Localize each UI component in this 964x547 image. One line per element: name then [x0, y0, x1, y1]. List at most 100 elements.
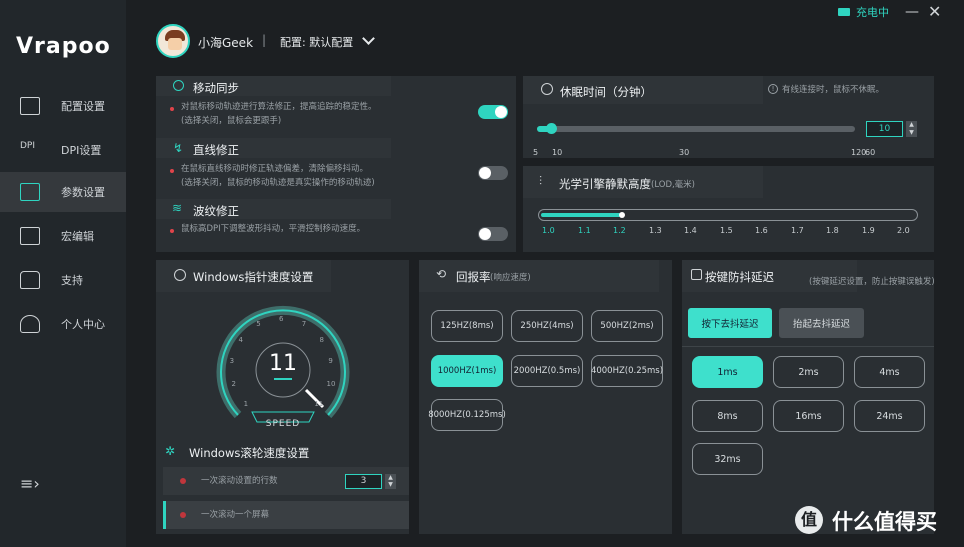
lod-tick: 1.7 [791, 226, 804, 235]
angle-snap-toggle[interactable] [478, 166, 508, 180]
selection-indicator [163, 501, 166, 529]
sleep-tick: 30 [679, 148, 690, 157]
sidebar-item-params[interactable]: 参数设置 [0, 172, 126, 212]
clock-icon [541, 83, 553, 95]
ripple-toggle[interactable] [478, 227, 508, 241]
atom-icon: ✲ [165, 444, 176, 458]
debounce-option-button[interactable]: 1ms [692, 356, 763, 388]
polling-option-button[interactable]: 8000HZ(0.125ms) [428, 399, 506, 431]
polling-option-button[interactable]: 500HZ(2ms) [591, 310, 663, 342]
sleep-value-input[interactable]: 10 [866, 121, 903, 137]
angle-snap-title: 直线修正 [193, 143, 239, 157]
gauge-scale-label: 9 [328, 357, 333, 366]
username: 小海Geek [198, 36, 254, 50]
polling-option-button[interactable]: 2000HZ(0.5ms) [511, 355, 583, 387]
pointer-speed-value: 11 [269, 351, 297, 376]
lod-tick: 1.5 [720, 226, 733, 235]
motion-sync-desc: 对鼠标移动轨迹进行算法修正，提高追踪的稳定性。 [181, 102, 377, 112]
wheel-lines-input[interactable]: 3 [345, 474, 382, 489]
sidebar-item-config[interactable]: 配置设置 [0, 86, 126, 126]
value-underline [274, 378, 292, 380]
line-correction-icon: ↯ [173, 141, 184, 155]
gauge-scale-label: 1 [243, 400, 249, 409]
polling-icon: ⟲ [436, 267, 447, 281]
wheel-speed-title: Windows滚轮速度设置 [189, 446, 310, 460]
radio-dot [180, 512, 186, 518]
lod-tick: 2.0 [897, 226, 910, 235]
lod-tick: 1.2 [613, 226, 626, 235]
lod-tick: 1.1 [578, 226, 591, 235]
gauge-scale-label: 2 [231, 380, 236, 389]
sleep-tick: 60 [865, 148, 876, 157]
collapse-menu-icon[interactable]: ≡› [20, 474, 40, 493]
sidebar-item-label: 支持 [61, 274, 83, 287]
debounce-option-button[interactable]: 4ms [854, 356, 925, 388]
polling-option-button[interactable]: 250HZ(4ms) [511, 310, 583, 342]
sidebar-item-label: 个人中心 [61, 318, 105, 331]
ripple-desc: 鼠标高DPI下调整波形抖动，平滑控制移动速度。 [181, 224, 366, 234]
section-header [156, 199, 391, 219]
gauge-scale-label: 6 [279, 315, 284, 323]
angle-snap-desc: 在鼠标直线移动时修正轨迹偏差，清除偏移抖动。 [181, 164, 369, 174]
wheel-option-screen[interactable] [163, 501, 409, 529]
section-header [156, 138, 391, 158]
debounce-option-button[interactable]: 24ms [854, 400, 925, 432]
lod-tick: 1.9 [862, 226, 875, 235]
angle-snap-note: (选择关闭，鼠标的移动轨迹是真实操作的移动轨迹) [181, 178, 375, 188]
bullet [170, 229, 174, 233]
section-header [419, 260, 659, 292]
sleep-note: 有线连接时，鼠标不休眠。 [782, 85, 885, 95]
gauge-scale-label: 5 [256, 320, 261, 329]
sidebar-item-label: DPI设置 [61, 144, 102, 157]
sidebar-item-profile[interactable]: 个人中心 [0, 304, 126, 344]
motion-sync-note: (选择关闭，鼠标会更跟手) [181, 116, 282, 126]
sidebar-item-macro[interactable]: 宏编辑 [0, 216, 126, 256]
debounce-option-button[interactable]: 32ms [692, 443, 763, 475]
lod-unit: (LOD,毫米) [651, 180, 696, 190]
sidebar-item-dpi[interactable]: DPI DPI设置 [0, 130, 126, 170]
lod-icon: ⫶ [539, 174, 543, 188]
press-debounce-tab[interactable]: 按下去抖延迟 [688, 308, 772, 338]
keyboard-icon [691, 269, 702, 280]
release-debounce-tab[interactable]: 抬起去抖延迟 [779, 308, 864, 338]
debounce-option-button[interactable]: 16ms [773, 400, 844, 432]
lod-slider-handle[interactable] [619, 212, 625, 218]
debounce-title: 按键防抖延迟 [705, 270, 774, 284]
lod-tick: 1.3 [649, 226, 662, 235]
minimize-icon[interactable]: — [905, 4, 919, 20]
macro-icon [20, 227, 40, 245]
sidebar-item-label: 配置设置 [61, 100, 105, 113]
ripple-title: 波纹修正 [193, 204, 239, 218]
polling-option-button[interactable]: 125HZ(8ms) [431, 310, 503, 342]
wheel-lines-label: 一次滚动设置的行数 [201, 476, 278, 486]
sleep-stepper[interactable]: ▲ ▼ [906, 121, 917, 137]
polling-title: 回报率 [456, 270, 491, 284]
polling-option-button[interactable]: 4000HZ(0.25ms) [591, 355, 663, 387]
lod-tick: 1.4 [684, 226, 697, 235]
lod-slider-fill [541, 213, 621, 217]
sleep-slider-handle[interactable] [545, 123, 557, 134]
info-icon: ! [768, 84, 778, 94]
thumbs-up-icon [20, 271, 40, 289]
debounce-option-button[interactable]: 8ms [692, 400, 763, 432]
bullet [170, 169, 174, 173]
motion-sync-toggle[interactable] [478, 105, 508, 119]
close-icon[interactable]: ✕ [928, 2, 941, 21]
chevron-down-icon[interactable] [362, 32, 375, 45]
debounce-option-button[interactable]: 2ms [773, 356, 844, 388]
dpi-icon: DPI [20, 141, 36, 151]
debounce-panel [682, 260, 934, 534]
charging-status: 充电中 [856, 6, 889, 19]
wheel-lines-stepper[interactable]: ▲ ▼ [385, 474, 396, 489]
radio-dot [180, 478, 186, 484]
avatar[interactable] [156, 24, 190, 58]
sidebar: Vrapoo 配置设置 DPI DPI设置 参数设置 宏编辑 支持 个人中心 ≡… [0, 0, 126, 547]
wheel-screen-label: 一次滚动一个屏幕 [201, 510, 270, 520]
sleep-slider-track[interactable] [537, 126, 855, 132]
config-selector[interactable]: 配置: 默认配置 [280, 34, 353, 50]
polling-option-button[interactable]: 1000HZ(1ms) [431, 355, 503, 387]
gauge-scale-label: 8 [319, 335, 324, 344]
sidebar-item-support[interactable]: 支持 [0, 260, 126, 300]
lod-tick: 1.0 [542, 226, 555, 235]
watermark-text: 什么值得买 [832, 510, 937, 534]
